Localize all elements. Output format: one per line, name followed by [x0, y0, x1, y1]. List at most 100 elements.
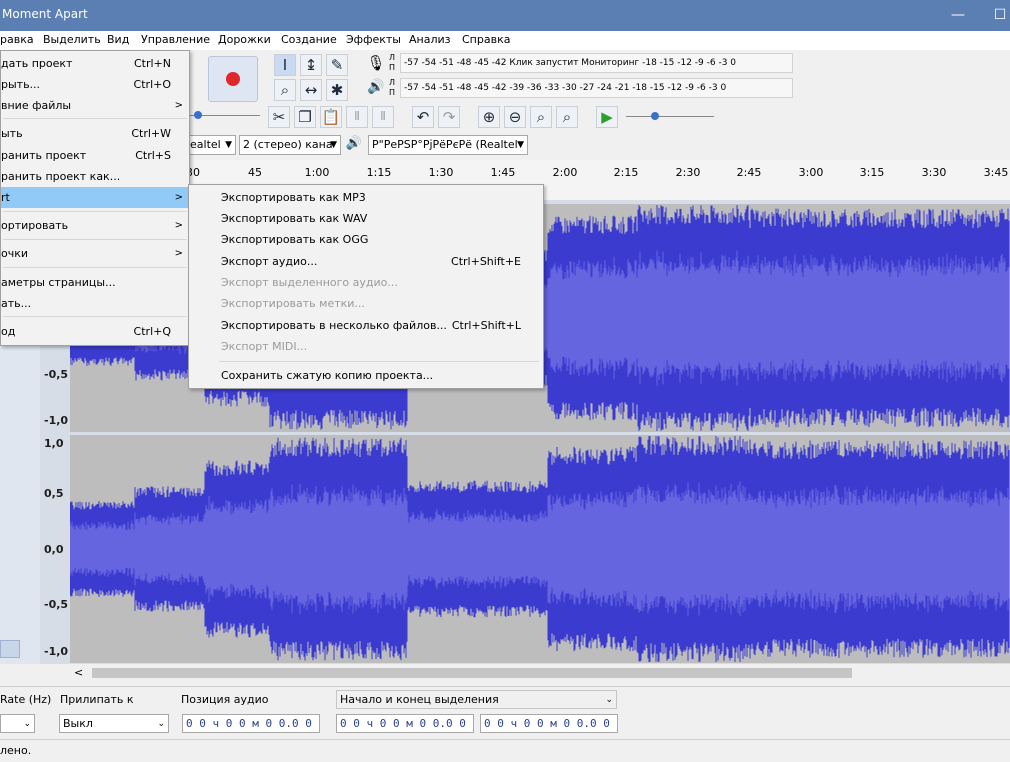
menu-item-print[interactable]: ать...	[1, 293, 189, 314]
fit-selection-icon[interactable]: ⌕	[530, 106, 552, 128]
zoom-out-icon[interactable]: ⊖	[504, 106, 526, 128]
copy-icon[interactable]: ❐	[294, 106, 316, 128]
microphone-icon[interactable]: 🎙	[366, 54, 386, 74]
volume-slider-thumb[interactable]	[194, 111, 202, 119]
menu-item-label: вние файлы	[1, 99, 72, 112]
ruler-tick-label: 45	[248, 166, 262, 179]
selection-start-field[interactable]: 0 0 ч 0 0 м 0 0.0 0 0 с	[336, 714, 474, 733]
scrollbar-thumb[interactable]	[92, 668, 852, 678]
selection-end-field[interactable]: 0 0 ч 0 0 м 0 0.0 0 0 с	[480, 714, 618, 733]
menu-item-label: Экспортировать в несколько файлов...	[221, 319, 447, 332]
menu-generate[interactable]: Создание	[281, 33, 337, 46]
chevron-down-icon: ⌄	[157, 719, 165, 729]
volume-slider[interactable]	[190, 110, 260, 120]
zoom-in-icon[interactable]: ⊕	[478, 106, 500, 128]
paste-icon[interactable]: 📋	[320, 106, 342, 128]
chevron-down-icon: ▼	[225, 140, 232, 150]
menu-item-save-project[interactable]: ранить проект Ctrl+S	[1, 145, 189, 166]
menu-tracks[interactable]: Дорожки	[218, 33, 271, 46]
envelope-tool-icon[interactable]: ↨	[300, 54, 322, 76]
minimize-button[interactable]: —	[943, 4, 973, 26]
menu-item-page-setup[interactable]: аметры страницы...	[1, 272, 189, 293]
record-button[interactable]	[208, 56, 258, 102]
maximize-button[interactable]: ☐	[985, 4, 1010, 26]
menu-item-recent-files[interactable]: вние файлы >	[1, 95, 189, 116]
waveform-channel-right[interactable]	[70, 435, 1010, 663]
vertical-scale-label: 0,0	[44, 543, 64, 556]
record-meter[interactable]: -57 -54 -51 -48 -45 -42 Клик запустит Мо…	[400, 53, 793, 73]
menu-item-label: рыть...	[1, 78, 41, 91]
menu-item-save-project-as[interactable]: ранить проект как...	[1, 166, 189, 187]
menu-item-shortcut: Ctrl+Shift+E	[451, 255, 521, 268]
redo-icon[interactable]: ↷	[438, 106, 460, 128]
play-speed-thumb[interactable]	[651, 112, 659, 120]
fit-project-icon[interactable]: ⌕	[556, 106, 578, 128]
window-title: Moment Apart	[2, 7, 88, 21]
menu-item-chains[interactable]: очки >	[1, 243, 189, 264]
menu-item-export-wav[interactable]: Экспортировать как WAV	[221, 208, 541, 229]
host-select[interactable]: ealtel ▼	[186, 135, 236, 155]
play-speed-slider[interactable]	[626, 110, 716, 122]
submenu-arrow-icon: >	[174, 192, 183, 203]
vertical-scale-label: -0,5	[44, 368, 69, 381]
rate-select[interactable]: ⌄	[0, 714, 35, 733]
menu-item-export[interactable]: rt >	[1, 187, 189, 208]
draw-tool-icon[interactable]: ✎	[326, 54, 348, 76]
menu-item-close[interactable]: ыть Ctrl+W	[1, 123, 189, 144]
menu-item-export-mp3[interactable]: Экспортировать как MP3	[221, 187, 541, 208]
menu-help[interactable]: Справка	[462, 33, 510, 46]
play-at-speed-icon[interactable]: ▶	[596, 106, 618, 128]
multi-tool-icon[interactable]: ✱	[326, 79, 348, 101]
selection-mode-value: Начало и конец выделения	[340, 693, 499, 706]
snap-select[interactable]: Выкл ⌄	[59, 714, 169, 733]
menu-analyze[interactable]: Анализ	[409, 33, 451, 46]
menu-effects[interactable]: Эффекты	[346, 33, 401, 46]
horizontal-scrollbar[interactable]: <	[70, 665, 1010, 682]
menu-select[interactable]: Выделить	[43, 33, 101, 46]
track-select-button[interactable]	[0, 640, 20, 658]
menu-item-open[interactable]: рыть... Ctrl+O	[1, 74, 189, 95]
zoom-tool-icon[interactable]: ⌕	[274, 79, 296, 101]
speaker-icon[interactable]: 🔊	[366, 79, 386, 99]
audio-position-field[interactable]: 0 0 ч 0 0 м 0 0.0 0 0 с	[182, 714, 320, 733]
selection-mode-select[interactable]: Начало и конец выделения ⌄	[336, 690, 617, 709]
menu-transport[interactable]: Управление	[141, 33, 210, 46]
menu-item-export-ogg[interactable]: Экспортировать как OGG	[221, 229, 541, 250]
submenu-arrow-icon: >	[174, 220, 183, 231]
menu-item-export-multiple[interactable]: Экспортировать в несколько файлов... Ctrl…	[221, 315, 541, 336]
ruler-tick-label: 2:15	[613, 166, 639, 179]
menu-item-label: дать проект	[1, 57, 73, 70]
menu-item-new[interactable]: дать проект Ctrl+N	[1, 53, 189, 74]
record-meter-channels: ЛП	[389, 53, 396, 72]
menu-item-shortcut: Ctrl+Shift+L	[451, 319, 521, 332]
silence-icon[interactable]: ⫼	[372, 106, 394, 128]
menu-item-label: ать...	[1, 297, 32, 310]
trim-icon[interactable]: ⫼	[346, 106, 368, 128]
menu-item-import[interactable]: ортировать >	[1, 215, 189, 236]
timeshift-tool-icon[interactable]: ↔	[300, 79, 322, 101]
snap-label: Прилипать к	[60, 693, 134, 706]
channels-select[interactable]: 2 (стерео) кана ▼	[239, 135, 341, 155]
menu-item-export-audio[interactable]: Экспорт аудио... Ctrl+Shift+E	[221, 251, 541, 272]
menu-item-exit[interactable]: од Ctrl+Q	[1, 321, 189, 342]
menu-separator	[219, 361, 539, 362]
vertical-scale-label: -1,0	[44, 414, 69, 427]
rate-label: Rate (Hz)	[0, 693, 52, 706]
window-titlebar: Moment Apart — ☐	[0, 0, 1010, 31]
menu-item-save-compressed[interactable]: Сохранить сжатую копию проекта...	[221, 365, 541, 386]
menu-item-label: очки	[1, 247, 29, 260]
file-menu: дать проект Ctrl+N рыть... Ctrl+O вние фай…	[0, 50, 190, 346]
output-device-select[interactable]: Р"РеРЅР°РјРёРєРё (Realtel ▼	[368, 135, 528, 155]
menu-edit[interactable]: равка	[0, 33, 34, 46]
menu-item-export-labels: Экспортировать метки...	[221, 293, 541, 314]
playback-meter[interactable]: -57 -54 -51 -48 -45 -42 -39 -36 -33 -30 …	[400, 78, 793, 98]
selection-tool-icon[interactable]: I	[274, 54, 296, 76]
menu-item-shortcut: Ctrl+S	[135, 149, 171, 162]
menu-view[interactable]: Вид	[107, 33, 129, 46]
scroll-left-icon[interactable]: <	[74, 666, 83, 679]
cut-icon[interactable]: ✂	[268, 106, 290, 128]
undo-icon[interactable]: ↶	[412, 106, 434, 128]
menu-item-label: ранить проект	[1, 149, 87, 162]
menu-separator	[3, 118, 187, 119]
ruler-tick-label: 1:30	[428, 166, 454, 179]
